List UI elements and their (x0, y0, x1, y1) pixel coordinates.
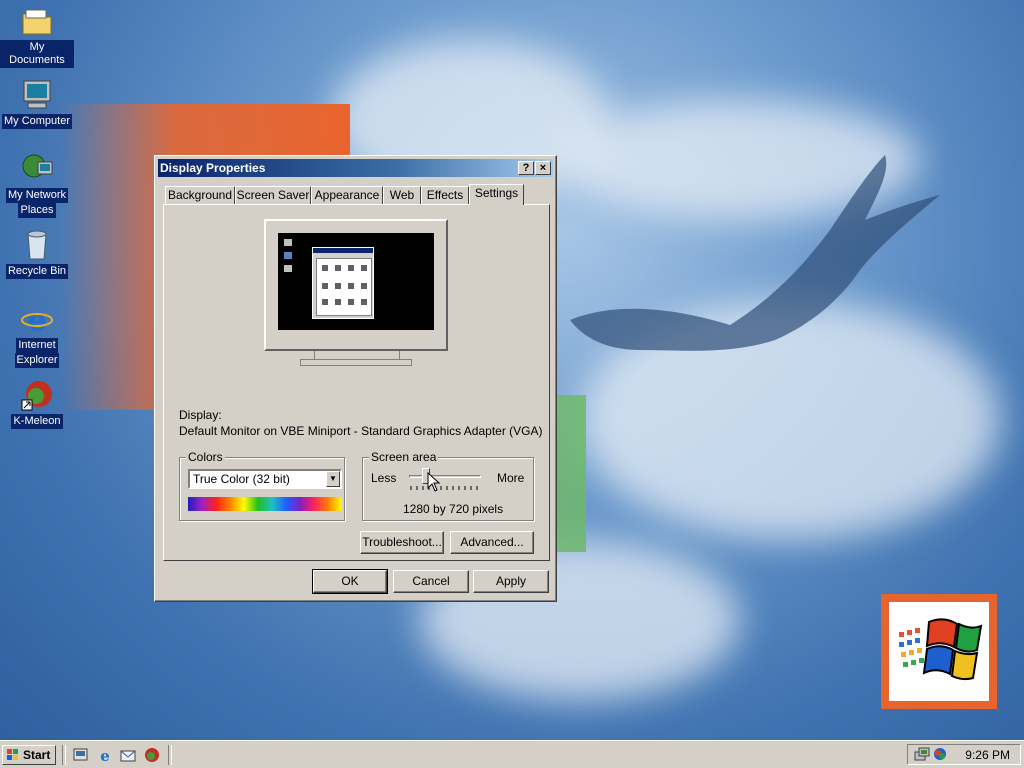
start-label: Start (23, 748, 51, 762)
desktop-icon-label: Recycle Bin (5, 264, 69, 279)
tab-appearance[interactable]: Appearance (311, 186, 383, 204)
desktop-icon-label: Explorer (14, 353, 60, 368)
system-tray: 9:26 PM (907, 744, 1021, 765)
display-value: Default Monitor on VBE Miniport - Standa… (179, 424, 543, 438)
dialog-title: Display Properties (160, 161, 266, 175)
display-properties-dialog: Display Properties ? × Background Screen… (154, 155, 557, 602)
advanced-button[interactable]: Advanced... (450, 531, 534, 554)
computer-icon (20, 78, 54, 112)
windows-logo-box (881, 594, 997, 709)
screen-area-value: 1280 by 720 pixels (403, 502, 504, 516)
ok-button[interactable]: OK (312, 569, 388, 594)
desktop-icon-label: My Documents (0, 40, 74, 68)
desktop-icon-label: My Computer (1, 114, 73, 129)
monitor-base (300, 359, 412, 366)
screen-area-group: Screen area Less More 1280 by 720 pixels (362, 450, 534, 521)
desktop-icon-my-documents[interactable]: My Documents (0, 4, 74, 68)
dialog-titlebar[interactable]: Display Properties ? × (158, 159, 553, 177)
display-tray-icon[interactable] (932, 746, 948, 762)
tab-settings[interactable]: Settings (469, 184, 524, 205)
display-label: Display: (179, 408, 222, 422)
clock[interactable]: 9:26 PM (965, 748, 1010, 762)
k-meleon-icon (20, 378, 54, 412)
desktop-icon-internet-explorer[interactable]: e Internet Explorer (0, 302, 74, 368)
slider-ticks (410, 486, 478, 490)
desktop-icon-my-network-places[interactable]: My Network Places (0, 152, 74, 218)
more-label: More (497, 471, 525, 485)
mouse-cursor-icon (427, 472, 441, 492)
svg-text:e: e (27, 303, 46, 336)
apply-button[interactable]: Apply (473, 570, 549, 593)
tab-effects[interactable]: Effects (421, 186, 469, 204)
colors-dropdown-value: True Color (32 bit) (193, 472, 290, 486)
start-button[interactable]: Start (2, 745, 56, 765)
show-desktop-icon[interactable] (72, 746, 90, 764)
wallpaper-green-band (556, 395, 586, 552)
chevron-down-icon[interactable]: ▼ (326, 471, 340, 487)
troubleshoot-button[interactable]: Troubleshoot... (360, 531, 444, 554)
recycle-bin-icon (20, 228, 54, 262)
wallpaper-bird-silhouette (570, 155, 940, 351)
color-spectrum-bar (188, 497, 342, 511)
preview-taskbar (278, 330, 434, 337)
screen-area-legend: Screen area (369, 450, 439, 464)
less-label: Less (371, 471, 397, 485)
folder-icon (20, 4, 54, 38)
monitor-screen (278, 233, 434, 337)
desktop-icon-my-computer[interactable]: My Computer (0, 78, 74, 129)
internet-explorer-quicklaunch-icon[interactable]: e (96, 746, 114, 765)
svg-text:e: e (100, 747, 110, 764)
network-tray-icon[interactable] (914, 746, 930, 762)
windows-logo (889, 602, 989, 701)
tab-screen-saver[interactable]: Screen Saver (235, 186, 311, 204)
windows-flag-icon (7, 749, 18, 760)
settings-panel: Display: Default Monitor on VBE Miniport… (163, 204, 550, 561)
colors-legend: Colors (186, 450, 225, 464)
internet-explorer-icon: e (20, 302, 54, 338)
outlook-express-icon[interactable] (119, 746, 137, 764)
close-button[interactable]: × (535, 161, 551, 175)
preview-window-content (316, 258, 372, 316)
network-icon (20, 152, 54, 186)
cancel-button[interactable]: Cancel (393, 570, 469, 593)
monitor-bezel (264, 219, 448, 351)
desktop-icon-label: K-Meleon (11, 414, 63, 429)
screen-area-slider-track[interactable] (409, 475, 481, 478)
monitor-preview (264, 219, 448, 366)
desktop-icon-label: Internet (16, 338, 58, 353)
taskbar-divider (168, 745, 172, 765)
tab-web[interactable]: Web (383, 186, 421, 204)
colors-group: Colors True Color (32 bit) ▼ (179, 450, 345, 521)
colors-dropdown[interactable]: True Color (32 bit) ▼ (188, 469, 342, 489)
taskbar-divider (62, 745, 66, 765)
desktop-icon-recycle-bin[interactable]: Recycle Bin (0, 228, 74, 279)
k-meleon-quicklaunch-icon[interactable] (143, 746, 161, 764)
taskbar: Start e 9:26 PM (0, 740, 1024, 768)
tab-background[interactable]: Background (165, 186, 235, 204)
desktop-icon-label: Places (18, 203, 56, 218)
desktop-icon-label: My Network (5, 188, 69, 203)
help-button[interactable]: ? (518, 161, 534, 175)
preview-window (312, 247, 374, 319)
preview-desktop-icons (282, 237, 294, 293)
desktop-icon-k-meleon[interactable]: K-Meleon (0, 378, 74, 429)
